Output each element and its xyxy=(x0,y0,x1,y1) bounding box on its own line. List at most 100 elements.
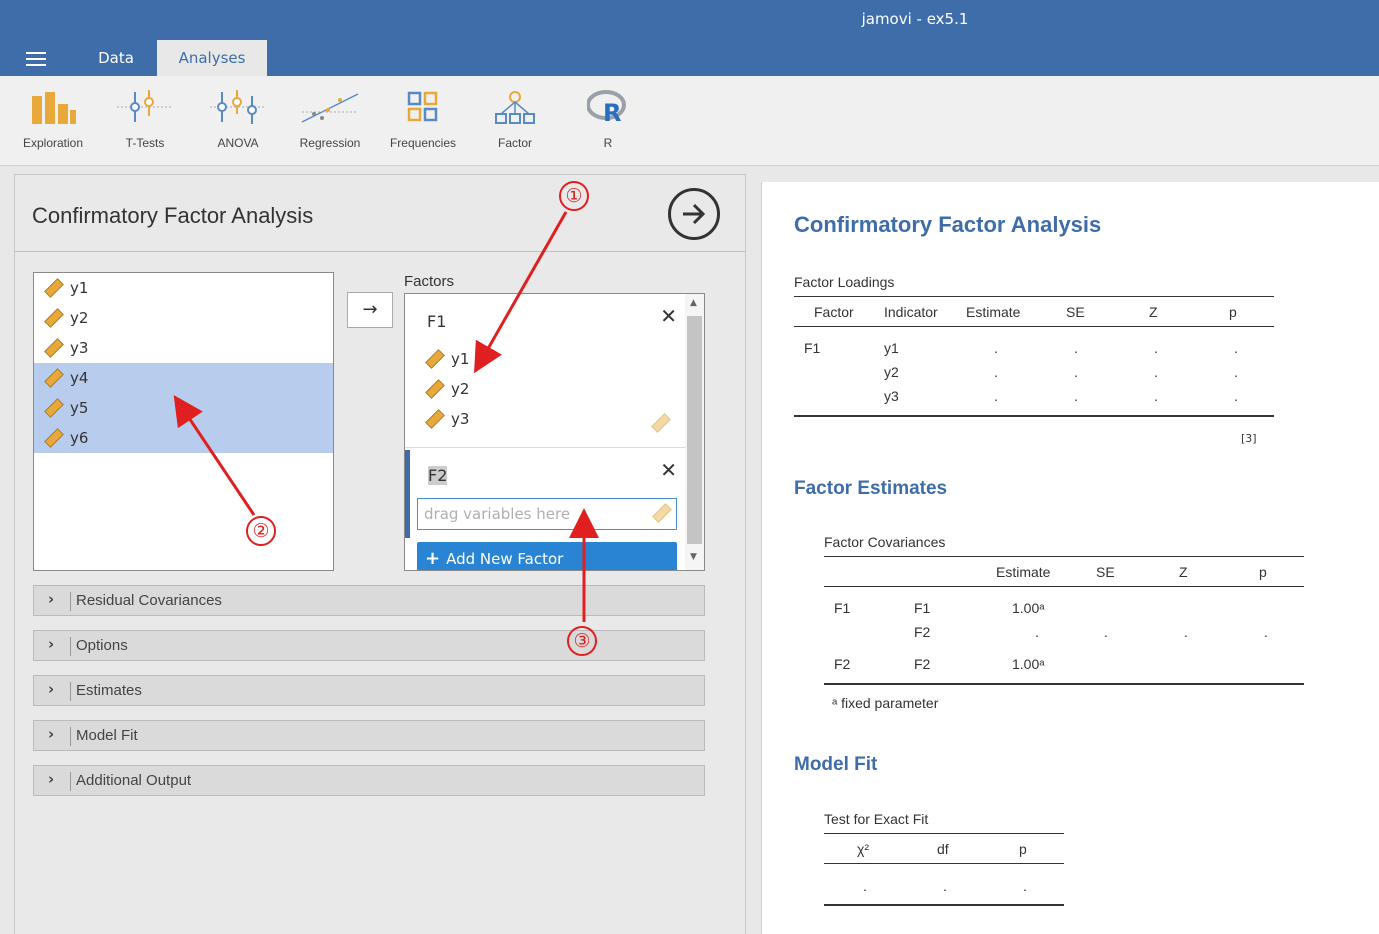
section-estimates[interactable]: › Estimates xyxy=(33,675,705,706)
regression-icon xyxy=(301,93,359,123)
column-header: Factor xyxy=(814,304,854,320)
column-header: p xyxy=(1019,841,1027,857)
table-cell: y3 xyxy=(884,388,899,404)
table-cell: F1 xyxy=(914,600,931,616)
section-residual-covariances[interactable]: › Residual Covariances xyxy=(33,585,705,616)
column-header: SE xyxy=(1066,304,1085,320)
table-cell: F2 xyxy=(914,624,931,640)
column-header: Estimate xyxy=(966,304,1021,320)
factors-label: Factors xyxy=(404,273,455,290)
section-label: Estimates xyxy=(76,682,142,699)
table-cell: . xyxy=(994,388,998,404)
tab-data[interactable]: Data xyxy=(76,40,156,76)
factor-drop-field[interactable]: drag variables here xyxy=(417,498,677,530)
factor-variable[interactable]: y1 xyxy=(423,348,469,370)
section-options[interactable]: › Options xyxy=(33,630,705,661)
ruler-icon xyxy=(44,308,64,328)
variable-item[interactable]: y1 xyxy=(34,273,333,303)
reference-link[interactable]: [3] xyxy=(1241,432,1257,445)
column-header: χ² xyxy=(857,841,870,857)
section-label: Options xyxy=(76,637,128,654)
variable-item-selected[interactable]: y5 xyxy=(34,393,333,423)
exploration-button[interactable]: Exploration xyxy=(11,90,95,156)
move-to-factor-button[interactable]: → xyxy=(347,292,393,328)
annotation-marker-2: ② xyxy=(246,516,276,546)
anova-icon xyxy=(210,90,266,124)
column-header: Z xyxy=(1149,304,1158,320)
chevron-right-icon: › xyxy=(48,770,55,788)
variable-list[interactable]: y1 y2 y3 y4 y5 y6 xyxy=(33,272,334,571)
add-new-factor-button[interactable]: + Add New Factor xyxy=(417,542,677,570)
table-title: Test for Exact Fit xyxy=(824,811,929,827)
table-title: Factor Loadings xyxy=(794,274,895,290)
plus-icon: + xyxy=(425,548,441,569)
frequencies-button[interactable]: Frequencies xyxy=(381,90,465,156)
r-button[interactable]: R R xyxy=(566,90,650,156)
options-title: Confirmatory Factor Analysis xyxy=(32,203,314,228)
table-cell: F2 xyxy=(834,656,851,672)
chevron-right-icon: › xyxy=(48,680,55,698)
table-cell: . xyxy=(863,878,867,894)
ruler-icon xyxy=(44,398,64,418)
window-title: jamovi - ex5.1 xyxy=(861,10,969,28)
analysis-options-panel: Confirmatory Factor Analysis y1 y2 y3 y4… xyxy=(14,174,746,934)
factor-button[interactable]: Factor xyxy=(473,90,557,156)
factor-name[interactable]: F1 xyxy=(427,312,446,331)
variable-item-selected[interactable]: y6 xyxy=(34,423,333,453)
scrollbar-thumb[interactable] xyxy=(687,316,702,544)
column-header: df xyxy=(937,841,949,857)
scroll-up-icon[interactable]: ▲ xyxy=(690,298,697,308)
divider xyxy=(15,251,745,252)
ttests-button[interactable]: T-Tests xyxy=(103,90,187,156)
annotation-marker-1: ① xyxy=(559,181,589,211)
regression-button[interactable]: Regression xyxy=(288,90,372,156)
table-cell: F1 xyxy=(834,600,851,616)
run-analysis-button[interactable] xyxy=(668,188,720,240)
table-cell: y1 xyxy=(884,340,899,356)
exploration-icon xyxy=(32,92,76,124)
r-icon: R xyxy=(587,90,626,124)
variable-name: y1 xyxy=(451,350,470,368)
ruler-icon xyxy=(425,349,445,369)
table-cell: . xyxy=(1264,624,1268,640)
section-heading: Factor Estimates xyxy=(794,478,948,499)
factors-list[interactable]: F1 ✕ y1 y2 y3 F2 ✕ drag variables here +… xyxy=(404,293,705,571)
column-header: Z xyxy=(1179,564,1188,580)
variable-item-selected[interactable]: y4 xyxy=(34,363,333,393)
table-cell: . xyxy=(1154,388,1158,404)
column-header: Indicator xyxy=(884,304,938,320)
chevron-right-icon: › xyxy=(48,725,55,743)
variable-item[interactable]: y2 xyxy=(34,303,333,333)
section-heading: Model Fit xyxy=(794,754,878,775)
ruler-icon xyxy=(425,409,445,429)
factor-variable[interactable]: y3 xyxy=(423,408,469,430)
ttests-icon xyxy=(117,90,173,122)
regression-label: Regression xyxy=(299,136,361,150)
anova-label: ANOVA xyxy=(217,136,259,150)
annotation-marker-3: ③ xyxy=(567,626,597,656)
section-additional-output[interactable]: › Additional Output xyxy=(33,765,705,796)
variable-item[interactable]: y3 xyxy=(34,333,333,363)
table-cell: . xyxy=(1184,624,1188,640)
results-title: Confirmatory Factor Analysis xyxy=(794,212,1102,237)
column-header: p xyxy=(1229,304,1237,320)
table-cell: 1.00ᵃ xyxy=(1012,656,1045,672)
variable-name: y4 xyxy=(70,369,89,387)
column-header: p xyxy=(1259,564,1267,580)
factor-variable[interactable]: y2 xyxy=(423,378,469,400)
close-icon[interactable]: ✕ xyxy=(660,458,677,482)
menu-icon[interactable] xyxy=(26,52,46,66)
column-header: Estimate xyxy=(996,564,1051,580)
table-title: Factor Covariances xyxy=(824,534,946,550)
results-panel: Confirmatory Factor Analysis Factor Load… xyxy=(761,174,1379,934)
factor-name[interactable]: F2 xyxy=(428,466,448,485)
anova-button[interactable]: ANOVA xyxy=(196,90,280,156)
scroll-down-icon[interactable]: ▼ xyxy=(690,552,697,562)
tab-analyses[interactable]: Analyses xyxy=(157,40,267,76)
section-model-fit[interactable]: › Model Fit xyxy=(33,720,705,751)
variable-name: y3 xyxy=(70,339,89,357)
table-cell: . xyxy=(1074,340,1078,356)
close-icon[interactable]: ✕ xyxy=(660,304,677,328)
section-label: Model Fit xyxy=(76,727,138,744)
column-header: SE xyxy=(1096,564,1115,580)
